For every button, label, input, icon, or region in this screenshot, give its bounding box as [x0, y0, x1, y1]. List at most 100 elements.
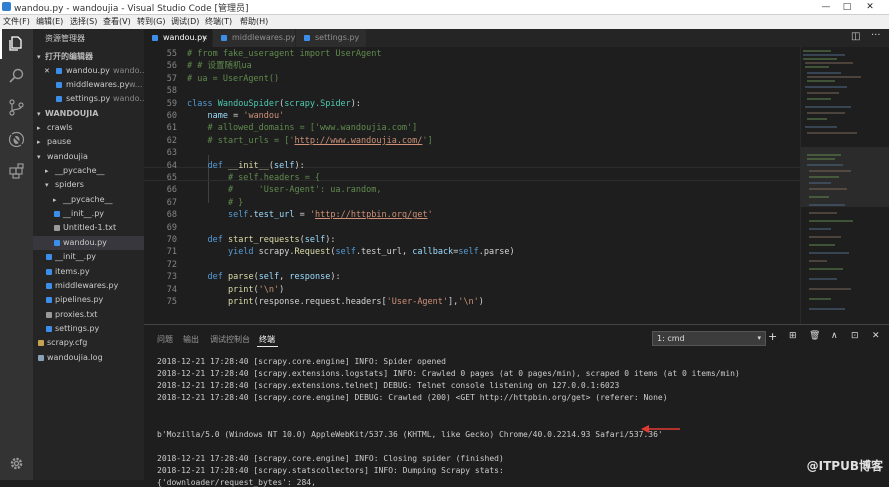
menu-view[interactable]: 查看(V)	[103, 16, 131, 27]
code-token: '\n'	[258, 284, 280, 295]
menu-file[interactable]: 文件(F)	[3, 16, 30, 27]
code-token: )	[279, 284, 285, 295]
tree-item[interactable]: Untitled-1.txt	[33, 221, 144, 235]
code-token: self	[335, 247, 356, 258]
search-icon[interactable]	[8, 67, 25, 84]
split-editor-icon[interactable]: ◫	[851, 31, 860, 42]
tree-item[interactable]: wandoujia.log	[33, 351, 144, 365]
terminal-line: b'Mozilla/5.0 (Windows NT 10.0) AppleWeb…	[157, 429, 663, 439]
code-editor[interactable]: 55 # from fake_useragent import UserAgent…	[144, 47, 800, 324]
close-tab-icon[interactable]: ✕	[202, 29, 208, 47]
code-text: # 'User-Agent': ua.random,	[187, 184, 382, 196]
code-line: 62 # start_urls = ['http://www.wandoujia…	[144, 135, 800, 147]
line-number: 57	[166, 73, 177, 84]
line-number: 73	[166, 272, 177, 283]
py-file-icon	[46, 325, 52, 332]
tree-item[interactable]: items.py	[33, 265, 144, 279]
code-token: name	[207, 111, 228, 121]
code-line: 63	[144, 147, 800, 159]
code-text: print(response.request.headers['User-Age…	[187, 296, 484, 308]
tree-item[interactable]: ▾ wandoujia	[33, 150, 144, 164]
watermark: @ITPUB博客	[806, 459, 883, 473]
split-terminal-button[interactable]: ⊞	[789, 331, 797, 341]
code-token: # }	[187, 197, 244, 208]
gear-icon[interactable]	[8, 455, 25, 472]
chevron-down-icon: ▾	[37, 152, 41, 161]
kill-terminal-button[interactable]: 🗑	[809, 331, 820, 341]
tree-item[interactable]: pipelines.py	[33, 293, 144, 307]
tree-item[interactable]: ▸ __pycache__	[33, 193, 144, 207]
restore-panel-button[interactable]: ⊡	[851, 331, 859, 341]
tab-problems[interactable]: 问题	[157, 334, 173, 345]
tree-item[interactable]: settings.py	[33, 322, 144, 336]
open-editor-item[interactable]: middlewares.py w...	[33, 78, 144, 92]
terminal-select[interactable]: 1: cmd ▾	[652, 331, 766, 346]
tab-output[interactable]: 输出	[183, 334, 199, 345]
code-token: '\n'	[458, 297, 479, 307]
python-file-icon	[221, 35, 227, 41]
code-token: start_requests	[227, 235, 300, 245]
tree-item-label: __pycache__	[63, 194, 113, 204]
menu-terminal[interactable]: 终端(T)	[205, 16, 232, 27]
line-number: 68	[166, 210, 177, 221]
menu-help[interactable]: 帮助(H)	[240, 16, 268, 27]
code-text: name = 'wandou'	[187, 110, 284, 122]
tree-item[interactable]: __init__.py	[33, 207, 144, 221]
tree-item[interactable]: __init__.py	[33, 250, 144, 264]
project-header[interactable]: ▾ WANDOUJIA	[33, 107, 144, 121]
tab-debug-console[interactable]: 调试控制台	[210, 334, 250, 345]
close-panel-button[interactable]: ✕	[872, 331, 880, 341]
tree-item[interactable]: wandou.py	[33, 235, 144, 250]
code-line: 59 class WandouSpider(scrapy.Spider):	[144, 98, 800, 110]
red-arrow-annotation	[641, 425, 680, 433]
source-control-icon[interactable]	[8, 99, 25, 116]
open-editor-item[interactable]: ✕ wandou.py wando...	[33, 64, 144, 78]
code-token: ):	[330, 272, 341, 283]
terminal-line: {'downloader/request_bytes': 284,	[157, 478, 316, 487]
maximize-button[interactable]: □	[838, 0, 856, 14]
tree-item[interactable]: ▸ pause	[33, 135, 144, 149]
explorer-icon[interactable]	[8, 35, 25, 52]
menu-goto[interactable]: 转到(G)	[137, 16, 165, 27]
chevron-right-icon: ▸	[37, 124, 41, 132]
tab-middlewares-py[interactable]: middlewares.py	[213, 29, 295, 47]
debug-icon[interactable]	[8, 131, 25, 148]
more-actions-icon[interactable]: ···	[871, 30, 881, 41]
line-number: 69	[166, 222, 177, 233]
menu-edit[interactable]: 编辑(E)	[36, 16, 63, 27]
tree-item-label: proxies.txt	[55, 309, 98, 319]
code-token: parse	[227, 272, 254, 283]
tree-item[interactable]: ▸ __pycache__	[33, 164, 144, 178]
tree-item[interactable]: proxies.txt	[33, 308, 144, 322]
code-token: http://www.wandoujia.com/	[294, 135, 423, 146]
menu-selection[interactable]: 选择(S)	[70, 16, 97, 27]
open-editor-item[interactable]: settings.py wando...	[33, 92, 144, 106]
tree-item[interactable]: scrapy.cfg	[33, 336, 144, 350]
line-number: 60	[166, 111, 177, 121]
open-editors-header[interactable]: ▾ 打开的编辑器	[33, 50, 144, 64]
tab-terminal[interactable]: 终端	[259, 334, 275, 345]
line-number: 67	[166, 197, 177, 208]
new-terminal-button[interactable]: +	[768, 330, 777, 343]
code-line: 60 name = 'wandou'	[144, 110, 800, 122]
python-file-icon	[56, 82, 62, 88]
code-token: yield	[227, 247, 259, 258]
tree-item[interactable]: ▸ crawls	[33, 121, 144, 135]
line-number: 56	[166, 61, 177, 72]
code-text: # self.headers = {	[187, 172, 320, 184]
tab-settings-py[interactable]: settings.py	[296, 29, 366, 47]
close-window-button[interactable]: ✕	[861, 0, 879, 14]
title-bar: wandou.py - wandoujia - Visual Studio Co…	[0, 0, 889, 15]
tree-item[interactable]: ▾ spiders	[33, 178, 144, 192]
tab-wandou-py[interactable]: wandou.py ✕	[144, 29, 212, 47]
minimize-button[interactable]: —	[817, 0, 835, 14]
tree-item[interactable]: middlewares.py	[33, 279, 144, 293]
maximize-panel-button[interactable]: ∧	[831, 331, 838, 341]
minimap[interactable]	[800, 47, 889, 324]
menu-debug[interactable]: 调试(D)	[171, 16, 199, 27]
code-text: def parse(self, response):	[187, 271, 341, 283]
extensions-icon[interactable]	[8, 163, 25, 180]
